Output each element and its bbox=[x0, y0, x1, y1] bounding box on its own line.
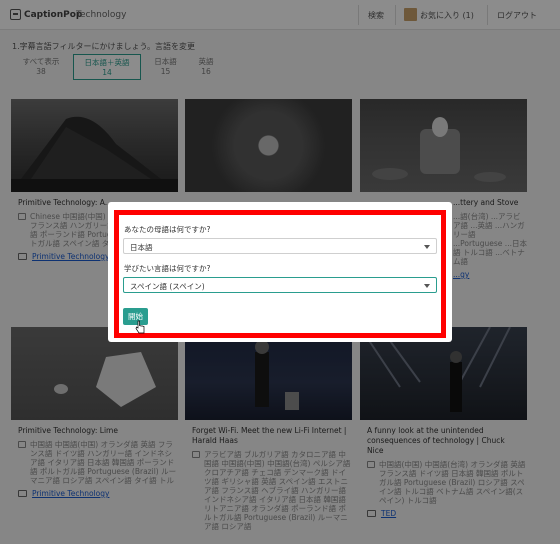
language-modal: あなたの母語は何ですか? 日本語 学びたい言語は何ですか? スペイン語 (スペイ… bbox=[108, 202, 452, 342]
hand-cursor-icon bbox=[135, 320, 145, 334]
native-language-select[interactable]: 日本語 bbox=[123, 238, 437, 254]
target-language-value: スペイン語 (スペイン) bbox=[130, 282, 205, 291]
target-language-label: 学びたい言語は何ですか? bbox=[124, 264, 211, 273]
native-language-value: 日本語 bbox=[130, 243, 153, 252]
chevron-down-icon bbox=[424, 245, 430, 249]
target-language-select[interactable]: スペイン語 (スペイン) bbox=[123, 277, 437, 293]
chevron-down-icon bbox=[424, 284, 430, 288]
native-language-label: あなたの母語は何ですか? bbox=[124, 225, 211, 234]
